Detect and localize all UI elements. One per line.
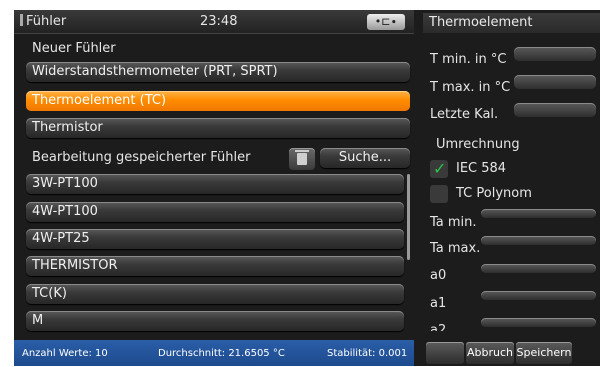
back-button[interactable]	[426, 342, 464, 364]
t-min-label: T min. in °C	[430, 52, 507, 67]
title-text: Fühler	[26, 14, 67, 29]
panel-title: Thermoelement	[423, 13, 600, 33]
iec-checkbox[interactable]: ✓	[430, 159, 448, 178]
sensor-type-tc[interactable]: Thermoelement (TC)	[26, 91, 410, 111]
status-average: Durchschnitt: 21.6505 °C	[158, 348, 285, 359]
a1-field[interactable]	[481, 291, 596, 300]
last-cal-label: Letzte Kal.	[430, 107, 499, 122]
a0-field[interactable]	[481, 264, 596, 273]
new-sensor-heading: Neuer Fühler	[32, 41, 116, 56]
window-title: Fühler	[20, 14, 66, 29]
cancel-button[interactable]: Abbruch	[466, 342, 514, 364]
saved-sensor-item[interactable]: M	[26, 311, 404, 331]
ta-min-label: Ta min.	[430, 215, 477, 230]
saved-sensor-item[interactable]: 3W-PT100	[26, 174, 404, 194]
checkmark-icon: ✓	[433, 159, 447, 178]
save-button[interactable]: Speichern	[516, 342, 572, 364]
saved-sensor-item[interactable]: 4W-PT100	[26, 202, 404, 222]
sensor-type-thermistor[interactable]: Thermistor	[26, 118, 410, 138]
poly-label: TC Polynom	[456, 186, 532, 201]
title-bar: Fühler 23:48 •⊏∙	[14, 10, 414, 34]
a2-field[interactable]	[481, 318, 596, 327]
status-stability: Stabilität: 0.001	[327, 348, 408, 359]
grip-icon	[20, 14, 23, 26]
a1-label: a1	[430, 296, 447, 311]
sensor-type-prt[interactable]: Widerstandsthermometer (PRT, SPRT)	[26, 62, 410, 82]
usb-icon: •⊏∙	[367, 14, 405, 30]
ta-max-field[interactable]	[481, 236, 596, 245]
a2-label: a2	[430, 323, 447, 331]
t-min-field[interactable]	[514, 47, 596, 61]
iec-label: IEC 584	[456, 161, 507, 176]
list-scrollbar[interactable]	[407, 174, 410, 260]
ta-max-label: Ta max.	[430, 241, 481, 256]
status-count: Anzahl Werte: 10	[22, 348, 108, 359]
clock: 23:48	[200, 14, 238, 29]
search-button[interactable]: Suche...	[320, 148, 410, 168]
delete-button[interactable]	[289, 148, 315, 170]
t-max-field[interactable]	[514, 75, 596, 89]
status-bar: Anzahl Werte: 10 Durchschnitt: 21.6505 °…	[14, 340, 414, 366]
screen: Fühler 23:48 •⊏∙ Neuer Fühler Widerstand…	[14, 10, 600, 366]
a0-label: a0	[430, 268, 447, 283]
edit-saved-heading: Bearbeitung gespeicherter Fühler	[32, 150, 251, 165]
saved-sensor-item[interactable]: TC(K)	[26, 284, 404, 304]
trash-icon	[295, 150, 309, 165]
t-max-label: T max. in °C	[430, 80, 511, 95]
saved-sensor-item[interactable]: 4W-PT25	[26, 229, 404, 249]
poly-checkbox[interactable]	[430, 185, 448, 203]
last-cal-field[interactable]	[514, 103, 596, 117]
saved-sensor-item[interactable]: THERMISTOR	[26, 256, 404, 276]
ta-min-field[interactable]	[481, 209, 596, 218]
conversion-heading: Umrechnung	[436, 137, 520, 152]
